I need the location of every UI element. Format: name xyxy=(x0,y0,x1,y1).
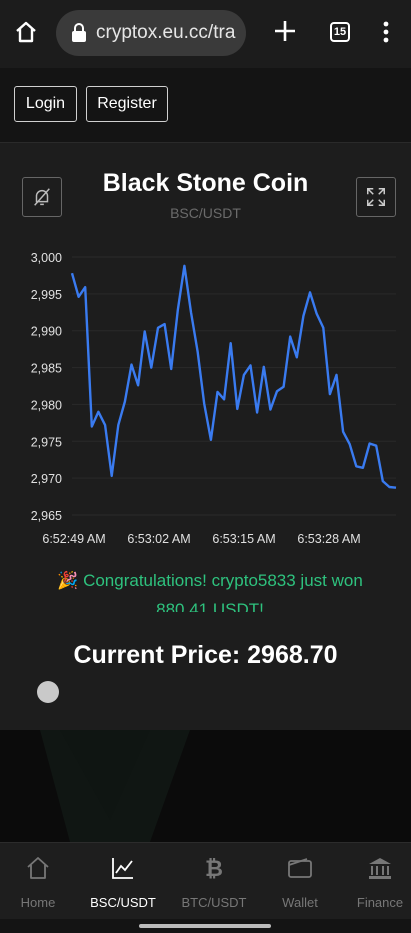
x-tick-label: 6:53:02 AM xyxy=(127,532,190,546)
x-tick-label: 6:52:49 AM xyxy=(42,532,105,546)
indicator-dot xyxy=(37,681,59,703)
register-button[interactable]: Register xyxy=(86,86,168,122)
chart-icon xyxy=(112,858,133,879)
nav-item-wallet[interactable]: Wallet xyxy=(259,843,341,920)
bitcoin-icon: ₿ xyxy=(205,857,223,881)
nav-item-btc-usdt[interactable]: ₿ BTC/USDT xyxy=(173,843,255,920)
nav-label: BSC/USDT xyxy=(90,895,156,910)
svg-text:₿: ₿ xyxy=(205,857,223,881)
current-price: Current Price: 2968.70 xyxy=(73,641,338,669)
browser-toolbar: cryptox.eu.cc/tra 15 xyxy=(0,0,411,68)
y-tick-label: 2,970 xyxy=(31,472,62,486)
tab-switcher-button[interactable]: 15 xyxy=(330,22,350,42)
bank-icon xyxy=(369,858,391,879)
address-bar[interactable]: cryptox.eu.cc/tra xyxy=(56,10,246,56)
y-tick-label: 2,985 xyxy=(31,362,62,376)
nav-label: Wallet xyxy=(282,895,318,910)
y-tick-label: 2,975 xyxy=(31,435,62,449)
price-chart: 3,000 2,995 2,990 2,985 2,980 2,975 2,970 2,965… xyxy=(31,251,397,546)
login-button[interactable]: Login xyxy=(14,86,77,122)
fullscreen-button[interactable] xyxy=(356,177,396,217)
x-tick-label: 6:53:28 AM xyxy=(297,532,360,546)
winner-announcement: 🎉 Congratulations! crypto5833 just won 8… xyxy=(57,571,363,612)
lock-icon xyxy=(72,23,86,42)
y-tick-label: 2,990 xyxy=(31,325,62,339)
pair-subtitle: BSC/USDT xyxy=(170,205,241,221)
background-banner xyxy=(0,730,411,842)
tab-count: 15 xyxy=(333,26,347,38)
nav-label: BTC/USDT xyxy=(181,895,247,910)
gesture-bar xyxy=(0,919,411,933)
url-text: cryptox.eu.cc/tra xyxy=(96,22,236,43)
home-icon[interactable] xyxy=(14,20,38,44)
x-tick-label: 6:53:15 AM xyxy=(212,532,275,546)
more-menu-icon[interactable] xyxy=(382,20,390,44)
nav-label: Finance xyxy=(356,895,404,910)
home-indicator[interactable] xyxy=(139,924,271,928)
y-tick-label: 2,965 xyxy=(31,509,62,523)
y-tick-label: 2,995 xyxy=(31,288,62,302)
price-card: Black Stone Coin BSC/USDT 3,000 2,995 2,99… xyxy=(0,143,411,730)
coin-title: Black Stone Coin xyxy=(102,169,309,197)
background-shape xyxy=(40,730,190,842)
y-tick-label: 2,980 xyxy=(31,398,62,412)
y-tick-label: 3,000 xyxy=(31,251,62,265)
auth-bar: Login Register xyxy=(0,68,411,143)
expand-icon xyxy=(367,188,385,206)
nav-item-bsc-usdt[interactable]: BSC/USDT xyxy=(82,843,164,920)
wallet-icon xyxy=(288,858,312,878)
price-series-line xyxy=(70,264,397,489)
nav-item-home[interactable]: Home xyxy=(0,843,79,920)
bottom-navigation: Home BSC/USDT ₿ BTC/USDT Wallet Finance xyxy=(0,842,411,920)
new-tab-icon[interactable] xyxy=(272,18,298,44)
home-icon xyxy=(27,857,49,879)
nav-item-finance[interactable]: Finance xyxy=(339,843,411,920)
nav-label: Home xyxy=(20,895,56,910)
